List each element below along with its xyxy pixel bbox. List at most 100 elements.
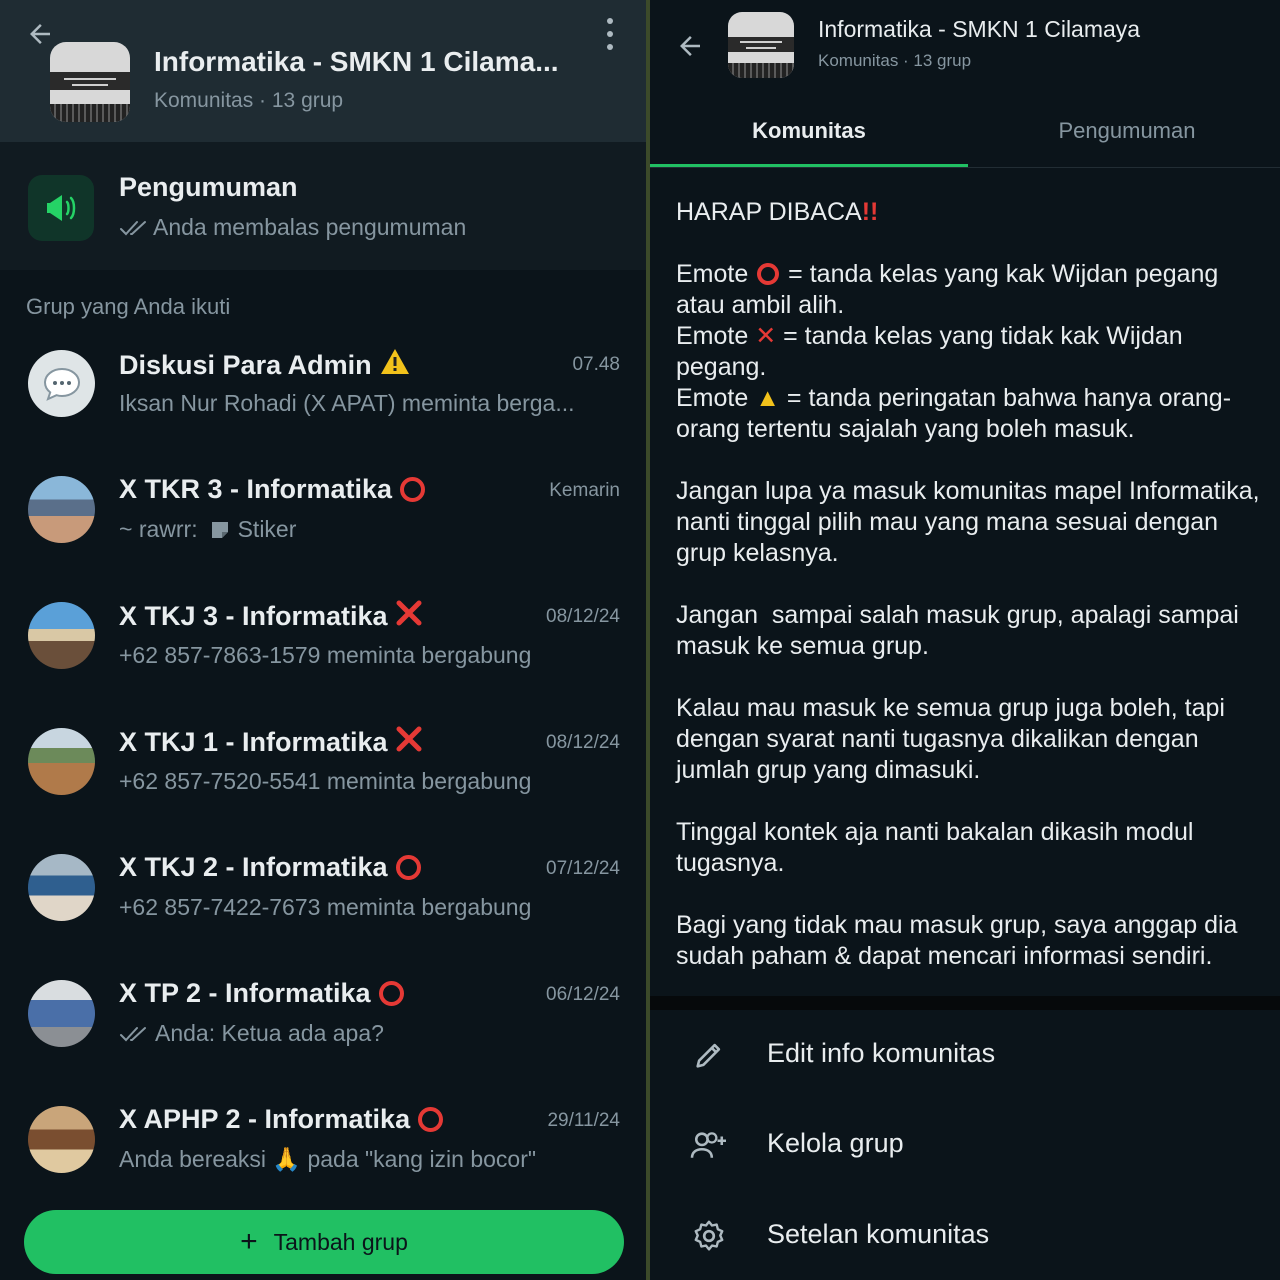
group-avatar <box>28 728 95 795</box>
edit-community-info-button[interactable]: Edit info komunitas <box>650 1010 1280 1100</box>
group-time: 07/12/24 <box>546 858 620 879</box>
red-circle-icon <box>418 1107 444 1132</box>
group-avatar <box>28 1106 95 1173</box>
community-subtitle: Komunitas · 13 grup <box>154 89 344 112</box>
gear-icon <box>688 1215 730 1257</box>
group-time: 06/12/24 <box>546 984 620 1005</box>
group-name: X TKR 3 - Informatika <box>119 474 426 505</box>
group-name-text: X TKJ 2 - Informatika <box>119 852 388 882</box>
community-subtitle: Komunitas · 13 grup <box>818 51 972 70</box>
manage-groups-icon <box>688 1124 730 1166</box>
group-name-text: X TKJ 3 - Informatika <box>119 601 388 631</box>
group-last-message: Iksan Nur Rohadi (X APAT) meminta berga.… <box>119 390 575 416</box>
group-name-text: X APHP 2 - Informatika <box>119 1104 411 1134</box>
group-row-x-aphp-2[interactable]: X APHP 2 - Informatika 29/11/24 Anda ber… <box>0 1088 646 1214</box>
tab-komunitas[interactable]: Komunitas <box>650 110 968 168</box>
community-description: HARAP DIBACA!! Emote = tanda kelas yang … <box>676 197 1266 972</box>
group-last-message: Anda bereaksi 🙏 pada "kang izin bocor" <box>119 1146 537 1172</box>
double-check-icon <box>120 1026 146 1041</box>
warning-icon: ▲ <box>755 384 780 412</box>
group-last-message: Anda: Ketua ada apa? <box>119 1020 384 1047</box>
community-avatar[interactable] <box>50 42 130 122</box>
message-text: Stiker <box>237 516 297 542</box>
community-title: Informatika - SMKN 1 Cilamaya <box>818 16 1141 42</box>
group-time: 08/12/24 <box>546 732 620 753</box>
add-group-label: Tambah grup <box>273 1228 408 1255</box>
group-name: X TP 2 - Informatika <box>119 978 404 1009</box>
group-name-text: X TKJ 1 - Informatika <box>119 727 388 757</box>
red-x-icon: ✕ <box>755 322 777 350</box>
red-circle-icon <box>395 855 421 880</box>
group-name: X TKJ 3 - Informatika <box>119 600 422 633</box>
description-paragraph: Jangan sampai salah masuk grup, apalagi … <box>676 601 1246 660</box>
community-info-pane: Informatika - SMKN 1 Cilamaya Komunitas … <box>650 0 1280 1280</box>
group-row-x-tkj-2[interactable]: X TKJ 2 - Informatika 07/12/24 +62 857-7… <box>0 836 646 962</box>
description-line-1: Emote = tanda kelas yang kak Wijdan pega… <box>676 260 1226 319</box>
description-paragraph: Bagi yang tidak mau masuk grup, saya ang… <box>676 911 1245 970</box>
group-time: 07.48 <box>572 354 620 375</box>
red-x-icon <box>396 600 422 633</box>
message-sender: ~ rawrr: <box>119 516 198 542</box>
action-label: Kelola grup <box>767 1128 904 1158</box>
group-time: Kemarin <box>549 480 620 501</box>
description-line-3: Emote ▲ = tanda peringatan bahwa hanya o… <box>676 384 1232 443</box>
group-time: 08/12/24 <box>546 606 620 627</box>
message-text: Anda: Ketua ada apa? <box>155 1020 384 1046</box>
sticker-icon <box>211 521 228 538</box>
community-settings-button[interactable]: Setelan komunitas <box>650 1191 1280 1280</box>
community-info-header: Informatika - SMKN 1 Cilamaya Komunitas … <box>650 0 1280 168</box>
community-home-pane: Informatika - SMKN 1 Cilama... Komunitas… <box>0 0 646 1280</box>
community-title[interactable]: Informatika - SMKN 1 Cilama... <box>154 46 559 78</box>
description-heading: HARAP DIBACA <box>676 198 862 226</box>
announcement-subtitle: Anda membalas pengumuman <box>119 214 466 241</box>
pencil-icon <box>688 1034 730 1076</box>
group-name-text: Diskusi Para Admin <box>119 349 372 380</box>
manage-groups-button[interactable]: Kelola grup <box>650 1100 1280 1190</box>
announcement-subtitle-text: Anda membalas pengumuman <box>153 214 467 240</box>
section-separator <box>650 996 1280 1010</box>
group-row-x-tkj-3[interactable]: X TKJ 3 - Informatika 08/12/24 +62 857-7… <box>0 584 646 710</box>
group-name: Diskusi Para Admin <box>119 348 410 382</box>
arrow-left-icon <box>680 36 700 56</box>
group-last-message: +62 857-7520-5541 meminta bergabung <box>119 768 532 794</box>
group-name-text: X TP 2 - Informatika <box>119 978 371 1008</box>
chat-bubble-icon <box>43 367 80 401</box>
group-time: 29/11/24 <box>547 1110 620 1131</box>
red-circle-icon <box>378 981 404 1006</box>
action-label: Edit info komunitas <box>767 1038 996 1068</box>
group-avatar <box>28 350 95 417</box>
megaphone-icon <box>28 175 94 241</box>
description-paragraph: Jangan lupa ya masuk komunitas mapel Inf… <box>676 477 1267 567</box>
group-name: X APHP 2 - Informatika <box>119 1104 444 1135</box>
group-last-message: +62 857-7863-1579 meminta bergabung <box>119 642 532 668</box>
action-label: Setelan komunitas <box>767 1219 990 1249</box>
group-avatar <box>28 854 95 921</box>
community-header: Informatika - SMKN 1 Cilama... Komunitas… <box>0 0 646 142</box>
warning-icon <box>380 348 410 382</box>
description-paragraph: Tinggal kontek aja nanti bakalan dikasih… <box>676 818 1201 877</box>
double-check-icon <box>120 220 146 235</box>
double-exclamation-icon: !! <box>861 198 879 226</box>
kebab-menu-icon[interactable] <box>596 16 624 52</box>
announcement-row[interactable]: Pengumuman Anda membalas pengumuman <box>0 142 646 270</box>
section-label: Grup yang Anda ikuti <box>26 294 231 319</box>
group-avatar <box>28 602 95 669</box>
description-line-2: Emote ✕ = tanda kelas yang tidak kak Wij… <box>676 322 1190 381</box>
group-row-x-tkr-3[interactable]: X TKR 3 - Informatika Kemarin ~ rawrr: S… <box>0 458 646 584</box>
red-circle-icon <box>757 263 780 285</box>
tab-divider <box>650 167 1280 168</box>
group-avatar <box>28 980 95 1047</box>
group-name: X TKJ 1 - Informatika <box>119 726 422 759</box>
group-name: X TKJ 2 - Informatika <box>119 852 421 883</box>
tab-pengumuman[interactable]: Pengumuman <box>968 110 1280 168</box>
group-row-x-tp-2[interactable]: X TP 2 - Informatika 06/12/24 Anda: Ketu… <box>0 962 646 1088</box>
group-row-diskusi-para-admin[interactable]: Diskusi Para Admin 07.48 Iksan Nur Rohad… <box>0 332 646 458</box>
back-button[interactable] <box>670 26 710 66</box>
add-group-button[interactable]: + Tambah grup <box>24 1210 624 1274</box>
community-avatar[interactable] <box>728 12 794 78</box>
red-circle-icon <box>400 477 426 502</box>
group-name-text: X TKR 3 - Informatika <box>119 474 393 504</box>
group-row-x-tkj-1[interactable]: X TKJ 1 - Informatika 08/12/24 +62 857-7… <box>0 710 646 836</box>
plus-icon: + <box>240 1225 258 1258</box>
announcement-title: Pengumuman <box>119 172 298 202</box>
